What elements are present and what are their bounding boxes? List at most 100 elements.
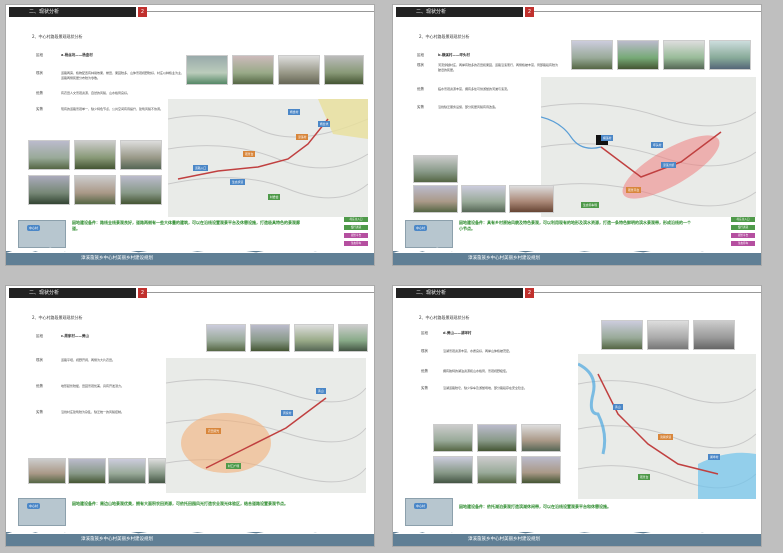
map-tag: 滨湖步道 [658,434,674,440]
row-label: 现状 [36,358,43,362]
footer-title: 漳溪畲族乡中心村美丽乡村建设规划 [81,537,153,542]
map-tag: 漳溪大桥 [661,162,677,168]
site-photo [74,140,116,170]
footer-title: 漳溪畲族乡中心村美丽乡村建设规划 [468,256,540,261]
site-photo [521,424,561,452]
site-photo [477,424,517,452]
footer-band: 漳溪畲族乡中心村美丽乡村建设规划 [393,247,761,265]
map-tag: 观景台 [243,151,256,157]
section-header: 二、现状分析 [9,288,136,298]
site-photo [148,458,166,484]
mountain-silhouette [393,528,761,534]
legend-item: 观景平台 [731,233,755,238]
map-tag: 生态步道 [230,179,246,185]
page-2: 二、现状分析 2 2、中心村路段景观现状分析 区段 b.横溪村——坪头村 现状 … [392,4,762,266]
minimap-pin: 中心村 [27,503,41,509]
site-photo [509,185,554,213]
map-tag: 村口广场 [226,463,242,469]
site-photo [28,458,66,484]
site-photo [571,40,613,70]
site-photo [74,175,116,205]
row-label: 现状 [421,349,428,353]
site-map: 周家村 黄山 农田观光 村口广场 [166,358,366,493]
section-name: b.横溪村——坪头村 [438,53,470,57]
map-tag: 农田观光 [206,428,222,434]
legend-item: 慢行通道 [731,225,755,230]
site-photo [278,55,320,85]
row-label: 现状 [36,71,43,75]
design-note: 因地建设备件：依托湖泊景观打造滨湖休闲带，可以在沿线设置观景平台和休憩设施。 [459,504,611,509]
page-subtitle: 2、中心村路段景观现状分析 [419,34,470,39]
site-photo [617,40,659,70]
site-photo [108,458,146,484]
site-photo [693,320,735,350]
site-photo [232,55,274,85]
site-photo [663,40,705,70]
footer-band: 漳溪畲族乡中心村美丽乡村建设规划 [6,247,374,265]
map-tag: 村委会 [268,194,281,200]
header-rule [147,11,374,12]
header-rule [147,292,374,293]
map-tag: 周家村 [281,410,294,416]
row-label: 优势 [417,87,424,91]
site-photo [709,40,751,70]
footer-title: 漳溪畲族乡中心村美丽乡村建设规划 [468,537,540,542]
row-text: 有农田人文景观资源，自然的风貌，山水格局良好。 [61,91,131,95]
map-tag: 杨丝坑 [318,121,331,127]
legend-item: 生态停车 [731,241,755,246]
row-text: 沿线缺乏服务设施，部分民居风貌有待改造。 [438,105,499,109]
section-header: 二、现状分析 [396,7,523,17]
site-photo [413,185,458,213]
minimap-pin: 中心村 [414,225,428,231]
row-text: 沿湖景观资源丰富，水质良好，两岸山体植被茂密。 [443,349,513,353]
row-text: 沿湖道路较窄，缺少停车及游憩场地，部分路段存在安全隐患。 [443,386,528,390]
row-label: 劣势 [36,410,43,414]
section-header: 二、现状分析 [396,288,523,298]
map-tag: 横溪村 [601,135,614,141]
site-photo [601,320,643,350]
map-tag: 道路入口 [193,165,209,171]
location-minimap: 中心村 [18,220,66,248]
legend: 村庄主入口 慢行通道 观景平台 生态停车 [344,217,368,249]
section-name: c.周家村——黄山 [61,334,89,338]
location-minimap: 中心村 [405,220,453,248]
site-photo [647,320,689,350]
site-map: 杨盘村 杨丝坑 漳溪村 道路入口 观景台 生态步道 村委会 [168,99,368,217]
row-text: 道路两旁，植物配置有林荫效果，梯田、果园较多，山体景观视野较好，村庄以种植业为主… [61,71,185,80]
page-4: 二、现状分析 2 2、中心村路段景观现状分析 区段 d.黄山——湖垟村 现状 沿… [392,285,762,547]
legend-item: 生态停车 [344,241,368,246]
site-photo [433,424,473,452]
site-photo [186,55,228,85]
site-photo [433,456,473,484]
page-3: 二、现状分析 2 2、中心村路段景观现状分析 区段 c.周家村——黄山 现状 道… [5,285,375,547]
map-tag: 观景台 [638,474,651,480]
site-photo [206,324,246,352]
row-text: 拥有独特的湖泊资源和山水格局，景观视野极佳。 [443,369,510,373]
row-section-label: 区段 [36,334,43,338]
footer-band: 漳溪畲族乡中心村美丽乡村建设规划 [393,528,761,546]
footer-band: 漳溪畲族乡中心村美丽乡村建设规划 [6,528,374,546]
row-section-label: 区段 [36,53,43,57]
design-note: 因地建设备件：周边山地景观优美，拥有大面积农田资源，可依托田园风光打造农业观光体… [72,501,288,506]
page-subtitle: 2、中心村路段景观现状分析 [32,315,83,320]
legend: 村庄主入口 慢行通道 观景平台 生态停车 [731,217,755,249]
legend-item: 观景平台 [344,233,368,238]
page-subtitle: 2、中心村路段景观现状分析 [32,34,83,39]
design-note: 因地建设备件：路线全线景观良好，道路两侧有一些大体量的建筑，可以在沿线设置观景平… [72,220,300,231]
site-photo [250,324,290,352]
site-photo [413,155,458,183]
section-header: 二、现状分析 [9,7,136,17]
legend-item: 村庄主入口 [731,217,755,222]
footer-title: 漳溪畲族乡中心村美丽乡村建设规划 [81,256,153,261]
site-photo [120,175,162,205]
row-section-label: 区段 [421,331,428,335]
page-subtitle: 2、中心村路段景观现状分析 [419,315,470,320]
site-photo [477,456,517,484]
legend-item: 村庄主入口 [344,217,368,222]
map-tag: 杨盘村 [288,109,301,115]
row-label: 优势 [421,369,428,373]
mountain-silhouette [6,528,374,534]
header-rule [534,292,761,293]
row-text: 临水景观资源丰富，拥有多处可供游憩的河滩与溪流。 [438,87,511,91]
row-section-label: 区段 [417,53,424,57]
